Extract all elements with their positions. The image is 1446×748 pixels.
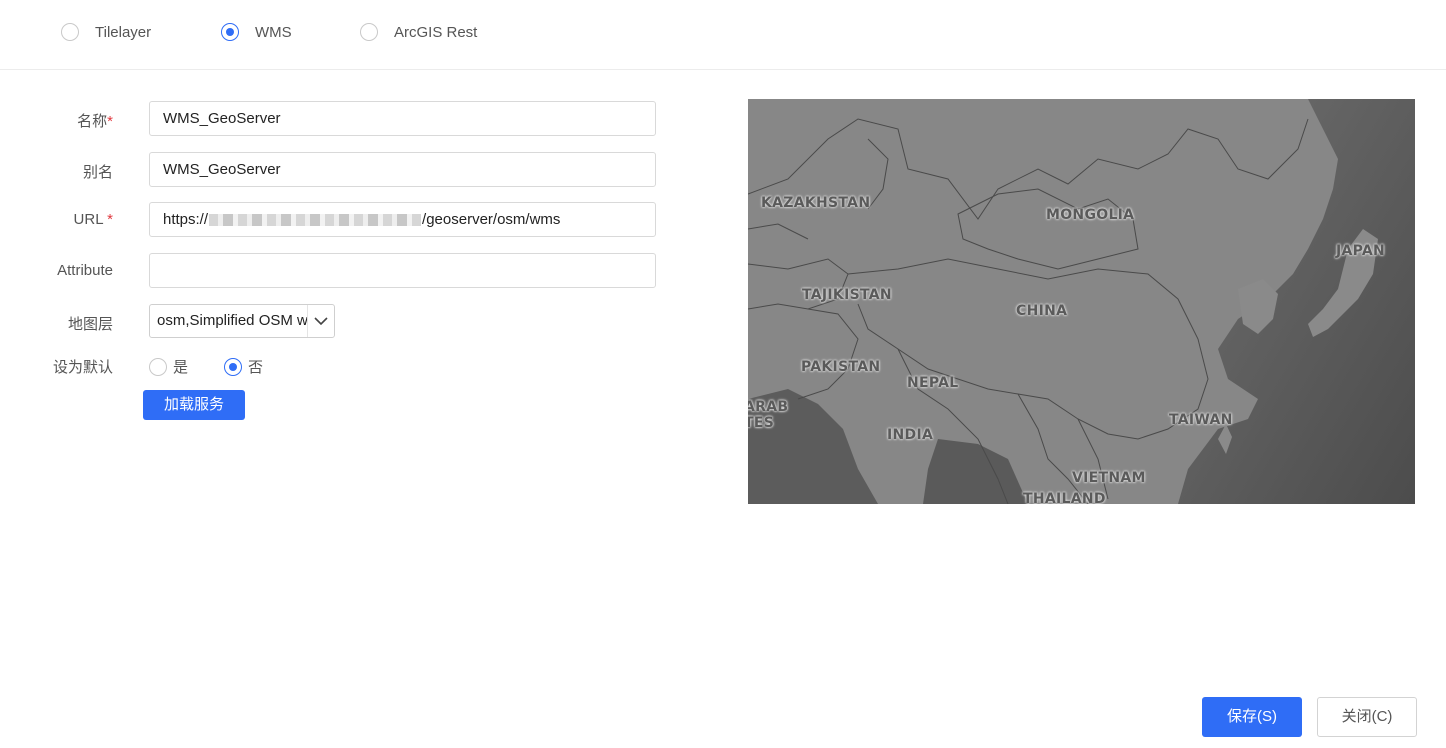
name-input[interactable]: WMS_GeoServer xyxy=(149,101,656,136)
map-label-india: INDIA xyxy=(887,427,934,443)
radio-arcgis-rest-label: ArcGIS Rest xyxy=(394,23,478,41)
load-service-button[interactable]: 加载服务 xyxy=(143,390,245,420)
radio-tilelayer-label: Tilelayer xyxy=(95,23,152,41)
layer-select-value: osm,Simplified OSM w xyxy=(157,312,308,329)
layer-select[interactable]: osm,Simplified OSM w xyxy=(149,304,335,338)
attribute-input[interactable] xyxy=(149,253,656,288)
radio-wms[interactable]: WMS xyxy=(221,23,292,41)
source-type-bar: Tilelayer WMS ArcGIS Rest xyxy=(0,0,1446,70)
default-no-label: 否 xyxy=(248,359,264,376)
close-button[interactable]: 关闭(C) xyxy=(1317,697,1417,737)
alias-label: 别名 xyxy=(82,164,113,181)
url-input[interactable]: https:// /geoserver/osm/wms xyxy=(149,202,656,237)
name-label-text: 名称 xyxy=(77,113,108,130)
map-label-vietnam: VIETNAM xyxy=(1072,470,1146,486)
map-label-mongolia: MONGOLIA xyxy=(1046,207,1135,223)
default-yes-radio[interactable]: 是 xyxy=(149,356,188,377)
map-label-tes: TES xyxy=(748,415,775,431)
url-redacted-host xyxy=(209,214,422,227)
radio-arcgis-rest-dot[interactable] xyxy=(360,23,378,41)
radio-tilelayer-dot[interactable] xyxy=(61,23,79,41)
map-label-arab: ARAB xyxy=(748,399,789,415)
default-no-radio[interactable]: 否 xyxy=(224,356,263,377)
url-label-text: URL xyxy=(73,211,103,228)
alias-input[interactable]: WMS_GeoServer xyxy=(149,152,656,187)
map-label-thailand: THAILAND xyxy=(1023,491,1106,504)
default-label: 设为默认 xyxy=(52,359,113,376)
default-no-dot[interactable] xyxy=(224,357,242,376)
map-label-pakistan: PAKISTAN xyxy=(801,359,881,375)
url-required-mark: * xyxy=(107,211,113,228)
save-button[interactable]: 保存(S) xyxy=(1202,697,1302,737)
radio-tilelayer[interactable]: Tilelayer xyxy=(61,23,151,41)
radio-arcgis-rest[interactable]: ArcGIS Rest xyxy=(360,23,477,41)
attribute-label: Attribute xyxy=(57,262,113,279)
map-label-nepal: NEPAL xyxy=(907,375,959,391)
layer-label: 地图层 xyxy=(67,316,113,333)
url-suffix: /geoserver/osm/wms xyxy=(422,211,561,228)
map-label-tajikistan: TAJIKISTAN xyxy=(802,287,892,303)
url-prefix: https:// xyxy=(163,211,209,228)
name-required-mark: * xyxy=(107,113,113,130)
chevron-down-icon[interactable] xyxy=(307,305,334,337)
default-yes-label: 是 xyxy=(173,359,189,376)
map-label-kazakhstan: KAZAKHSTAN xyxy=(761,195,871,211)
map-label-china: CHINA xyxy=(1016,303,1068,319)
radio-wms-dot[interactable] xyxy=(221,23,239,41)
name-label: 名称* xyxy=(0,110,113,131)
url-label: URL * xyxy=(0,211,113,228)
map-preview[interactable]: KAZAKHSTAN MONGOLIA JAPAN TAJIKISTAN CHI… xyxy=(748,99,1415,504)
map-label-taiwan: TAIWAN xyxy=(1169,412,1233,428)
map-label-japan: JAPAN xyxy=(1336,243,1386,259)
radio-wms-label: WMS xyxy=(255,23,292,41)
default-yes-dot[interactable] xyxy=(149,357,167,376)
